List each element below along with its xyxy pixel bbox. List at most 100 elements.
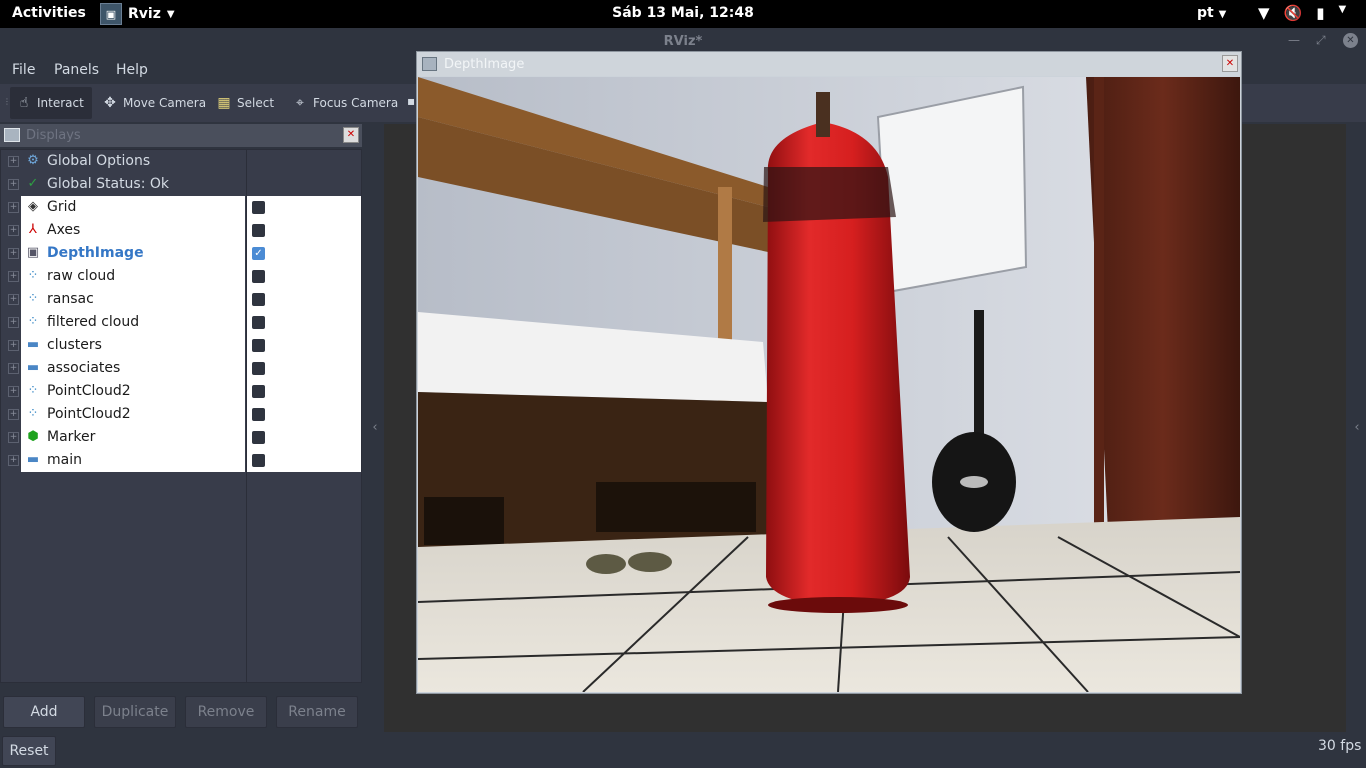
expand-icon[interactable]: + (8, 455, 19, 466)
tree-item-label: filtered cloud (47, 314, 140, 330)
tree-row-clusters[interactable]: + ▬ clusters (1, 334, 361, 357)
tree-row-global-status[interactable]: + ✓ Global Status: Ok (1, 173, 361, 196)
minimize-icon[interactable]: — (1288, 33, 1300, 47)
rename-button[interactable]: Rename (276, 696, 358, 728)
expand-icon[interactable]: + (8, 340, 19, 351)
menu-help[interactable]: Help (116, 62, 148, 78)
menu-file[interactable]: File (12, 62, 35, 78)
pointcloud-icon: ⁘ (27, 314, 39, 329)
left-dock-splitter[interactable]: ‹ (366, 124, 384, 732)
expand-icon[interactable]: + (8, 409, 19, 420)
check-icon: ✓ (27, 176, 39, 191)
tree-row-raw-cloud[interactable]: + ⁘ raw cloud (1, 265, 361, 288)
grid-icon: ◈ (28, 199, 38, 214)
select-box-icon: ▦ (217, 95, 231, 111)
tree-item-label: PointCloud2 (47, 406, 131, 422)
displays-panel-header[interactable]: Displays ✕ (0, 124, 362, 147)
expand-icon[interactable]: + (8, 271, 19, 282)
enable-checkbox[interactable] (252, 385, 265, 398)
tree-row-global-options[interactable]: + ⚙ Global Options (1, 150, 361, 173)
tree-row-depthimage[interactable]: + ▣ DepthImage ✓ (1, 242, 361, 265)
app-menu-label: Rviz (128, 6, 161, 22)
tree-row-axes[interactable]: + ⅄ Axes (1, 219, 361, 242)
tree-item-label: Global Status: Ok (47, 176, 170, 192)
tree-row-pointcloud2-b[interactable]: + ⁘ PointCloud2 (1, 403, 361, 426)
depthimage-window-header[interactable]: DepthImage ✕ (417, 52, 1241, 76)
tree-row-filtered-cloud[interactable]: + ⁘ filtered cloud (1, 311, 361, 334)
focus-camera-tool-button[interactable]: ⌖ Focus Camera (286, 87, 404, 119)
expand-icon[interactable]: + (8, 432, 19, 443)
rviz-app-icon: ▣ (100, 3, 122, 25)
chevron-left-icon: ‹ (372, 420, 378, 435)
enable-checkbox[interactable] (252, 224, 265, 237)
tree-item-label: ransac (47, 291, 94, 307)
depthimage-window[interactable]: DepthImage ✕ (416, 51, 1242, 694)
fps-readout: 30 fps (1318, 738, 1362, 754)
tree-item-label: DepthImage (47, 245, 144, 261)
add-button[interactable]: Add (3, 696, 85, 728)
tree-row-grid[interactable]: + ◈ Grid (1, 196, 361, 219)
crosshair-icon: ⌖ (296, 95, 304, 111)
interact-label: Interact (37, 96, 84, 110)
enable-checkbox[interactable] (252, 316, 265, 329)
enable-checkbox[interactable] (252, 408, 265, 421)
enable-checkbox[interactable] (252, 339, 265, 352)
folder-icon: ▬ (26, 360, 40, 375)
axes-icon: ⅄ (29, 222, 37, 237)
enable-checkbox-checked[interactable]: ✓ (252, 247, 265, 260)
system-menu[interactable]: ▼ 🔇 ▮ ▼ (1258, 4, 1346, 22)
volume-muted-icon: 🔇 (1283, 4, 1303, 22)
displays-tree[interactable]: + ⚙ Global Options + ✓ Global Status: Ok +… (0, 149, 362, 683)
language-indicator[interactable]: pt ▼ (1197, 5, 1226, 21)
duplicate-button[interactable]: Duplicate (94, 696, 176, 728)
app-menu[interactable]: ▣ Rviz ▼ (100, 2, 175, 26)
select-tool-button[interactable]: ▦ Select (210, 87, 280, 119)
right-dock-splitter[interactable]: ‹ (1348, 124, 1366, 732)
tree-item-label: clusters (47, 337, 102, 353)
pointcloud-icon: ⁘ (27, 291, 39, 306)
folder-icon: ▬ (26, 452, 40, 467)
enable-checkbox[interactable] (252, 201, 265, 214)
expand-icon[interactable]: + (8, 294, 19, 305)
expand-icon[interactable]: + (8, 179, 19, 190)
expand-icon[interactable]: + (8, 363, 19, 374)
toolbar-overflow[interactable]: ▪ (407, 94, 415, 108)
language-label: pt (1197, 5, 1214, 21)
expand-icon[interactable]: + (8, 225, 19, 236)
reset-button[interactable]: Reset (2, 736, 56, 766)
expand-icon[interactable]: + (8, 156, 19, 167)
expand-icon[interactable]: + (8, 248, 19, 259)
pointcloud-icon: ⁘ (27, 383, 39, 398)
tree-row-pointcloud2-a[interactable]: + ⁘ PointCloud2 (1, 380, 361, 403)
enable-checkbox[interactable] (252, 431, 265, 444)
chevron-down-icon: ▼ (166, 8, 175, 20)
activities-button[interactable]: Activities (12, 5, 86, 21)
move-camera-tool-button[interactable]: ✥ Move Camera (96, 87, 212, 119)
power-menu-icon: ▼ (1338, 4, 1347, 15)
close-window-icon[interactable]: ✕ (1343, 33, 1358, 48)
pointcloud-icon: ⁘ (27, 268, 39, 283)
menu-panels[interactable]: Panels (54, 62, 99, 78)
tree-row-main[interactable]: + ▬ main (1, 449, 361, 472)
maximize-icon[interactable]: ⤢ (1316, 33, 1326, 48)
depthimage-window-title: DepthImage (444, 57, 525, 72)
select-label: Select (237, 96, 275, 110)
remove-button[interactable]: Remove (185, 696, 267, 728)
close-panel-icon[interactable]: ✕ (343, 127, 359, 143)
move-camera-label: Move Camera (123, 96, 207, 110)
tree-row-marker[interactable]: + ⬢ Marker (1, 426, 361, 449)
camera-image (418, 77, 1240, 692)
enable-checkbox[interactable] (252, 270, 265, 283)
expand-icon[interactable]: + (8, 202, 19, 213)
interact-tool-button[interactable]: ☝ Interact (10, 87, 92, 119)
clock[interactable]: Sáb 13 Mai, 12:48 (612, 5, 754, 21)
tree-row-ransac[interactable]: + ⁘ ransac (1, 288, 361, 311)
image-icon (422, 57, 437, 71)
expand-icon[interactable]: + (8, 386, 19, 397)
enable-checkbox[interactable] (252, 362, 265, 375)
tree-row-associates[interactable]: + ▬ associates (1, 357, 361, 380)
enable-checkbox[interactable] (252, 293, 265, 306)
close-window-icon[interactable]: ✕ (1222, 55, 1238, 72)
expand-icon[interactable]: + (8, 317, 19, 328)
enable-checkbox[interactable] (252, 454, 265, 467)
